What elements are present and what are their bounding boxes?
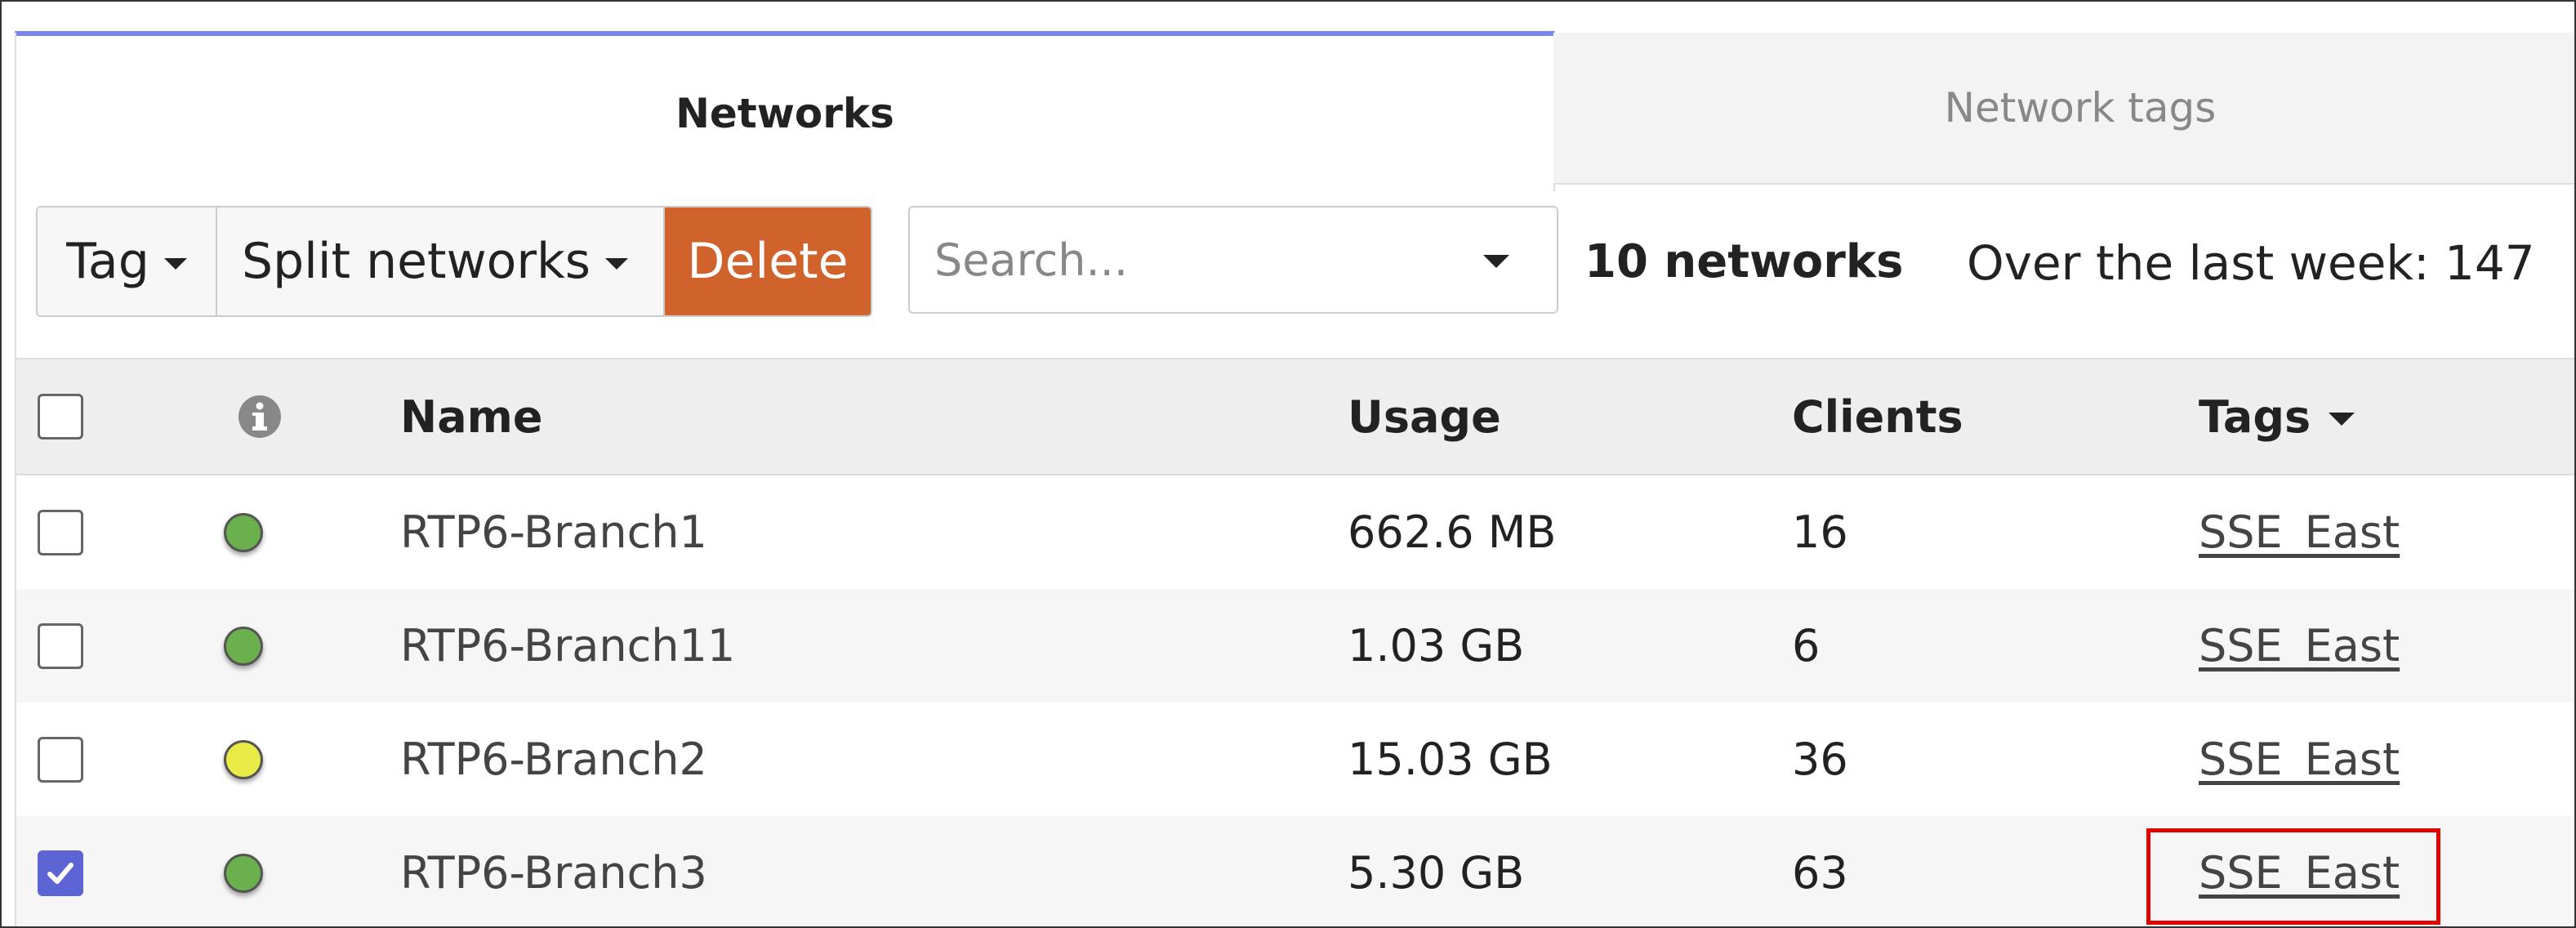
- row-checkbox-cell: [38, 589, 83, 703]
- row-checkbox-cell: [38, 703, 83, 816]
- table-row[interactable]: RTP6-Branch2 15.03 GB 36 SSE_East: [16, 703, 2574, 816]
- tag-cell: SSE_East: [2199, 703, 2400, 816]
- network-name[interactable]: RTP6-Branch3: [400, 816, 707, 926]
- row-checkbox[interactable]: [38, 622, 83, 669]
- table-row[interactable]: RTP6-Branch11 1.03 GB 6 SSE_East: [16, 589, 2574, 703]
- header-status-cell: [224, 359, 283, 474]
- row-status-cell: [224, 816, 263, 926]
- tab-network-tags[interactable]: Network tags: [1553, 33, 2574, 185]
- tags-header-label: Tags: [2199, 390, 2311, 443]
- tab-networks[interactable]: Networks: [15, 31, 1555, 191]
- left-gutter: [2, 33, 16, 926]
- select-all-checkbox[interactable]: [38, 394, 83, 439]
- tab-bar-top: [2, 2, 2574, 34]
- tag-link[interactable]: SSE_East: [2199, 734, 2400, 785]
- network-usage: 15.03 GB: [1348, 734, 1553, 785]
- row-checkbox-cell: [38, 816, 83, 926]
- network-clients: 16: [1792, 506, 1848, 558]
- tag-cell: SSE_East: [2199, 589, 2400, 703]
- tag-link[interactable]: SSE_East: [2199, 506, 2400, 558]
- tag-link[interactable]: SSE_East: [2199, 847, 2400, 899]
- network-name[interactable]: RTP6-Branch1: [400, 475, 707, 589]
- table-row[interactable]: RTP6-Branch3 5.30 GB 63 SSE_East: [16, 816, 2574, 926]
- row-status-cell: [224, 475, 263, 589]
- search-box[interactable]: [908, 206, 1558, 314]
- tag-cell: SSE_East: [2199, 816, 2400, 926]
- row-checkbox-cell: [38, 475, 83, 589]
- split-button-label: Split networks: [242, 233, 591, 290]
- usage-summary: Over the last week: 147: [1967, 235, 2535, 291]
- network-usage: 5.30 GB: [1348, 847, 1525, 899]
- chevron-down-icon: [163, 258, 187, 270]
- column-header-usage[interactable]: Usage: [1348, 359, 1501, 474]
- status-dot-icon: [224, 853, 263, 893]
- network-clients: 63: [1792, 847, 1848, 899]
- network-clients: 6: [1792, 620, 1821, 671]
- row-status-cell: [224, 703, 263, 816]
- network-count: 10 networks: [1584, 235, 1904, 288]
- row-checkbox-checked[interactable]: [38, 850, 83, 896]
- tag-dropdown-button[interactable]: Tag: [38, 207, 217, 315]
- column-header-name[interactable]: Name: [400, 359, 543, 474]
- checkmark-icon: [47, 862, 74, 884]
- table-header: Name Usage Clients Tags: [16, 358, 2574, 475]
- sort-caret-icon: [2329, 413, 2355, 426]
- status-dot-icon: [224, 739, 263, 779]
- tag-button-label: Tag: [66, 233, 149, 290]
- network-usage: 662.6 MB: [1348, 506, 1557, 558]
- tag-link[interactable]: SSE_East: [2199, 620, 2400, 671]
- row-status-cell: [224, 589, 263, 703]
- column-header-tags[interactable]: Tags: [2199, 359, 2355, 474]
- networks-table: Name Usage Clients Tags RTP6-Branch1 662…: [16, 358, 2574, 926]
- status-dot-icon: [224, 626, 263, 666]
- network-clients: 36: [1792, 734, 1848, 785]
- tab-bar: Networks Network tags: [2, 2, 2574, 191]
- network-name[interactable]: RTP6-Branch2: [400, 703, 707, 816]
- info-icon: [238, 395, 281, 438]
- network-usage: 1.03 GB: [1348, 620, 1525, 671]
- search-input[interactable]: [933, 233, 1459, 287]
- split-networks-dropdown-button[interactable]: Split networks: [217, 207, 665, 315]
- delete-button[interactable]: Delete: [665, 207, 871, 315]
- network-name[interactable]: RTP6-Branch11: [400, 589, 735, 703]
- chevron-down-icon[interactable]: [1483, 255, 1509, 268]
- app-frame: Networks Network tags Tag Split networks…: [0, 0, 2576, 928]
- table-row[interactable]: RTP6-Branch1 662.6 MB 16 SSE_East: [16, 475, 2574, 589]
- column-header-clients[interactable]: Clients: [1792, 359, 1963, 474]
- status-dot-icon: [224, 512, 263, 552]
- row-checkbox[interactable]: [38, 736, 83, 783]
- chevron-down-icon: [605, 258, 629, 270]
- tag-cell: SSE_East: [2199, 475, 2400, 589]
- header-checkbox-cell: [38, 359, 83, 474]
- toolbar-button-group: Tag Split networks Delete: [36, 206, 872, 317]
- row-checkbox[interactable]: [38, 509, 83, 555]
